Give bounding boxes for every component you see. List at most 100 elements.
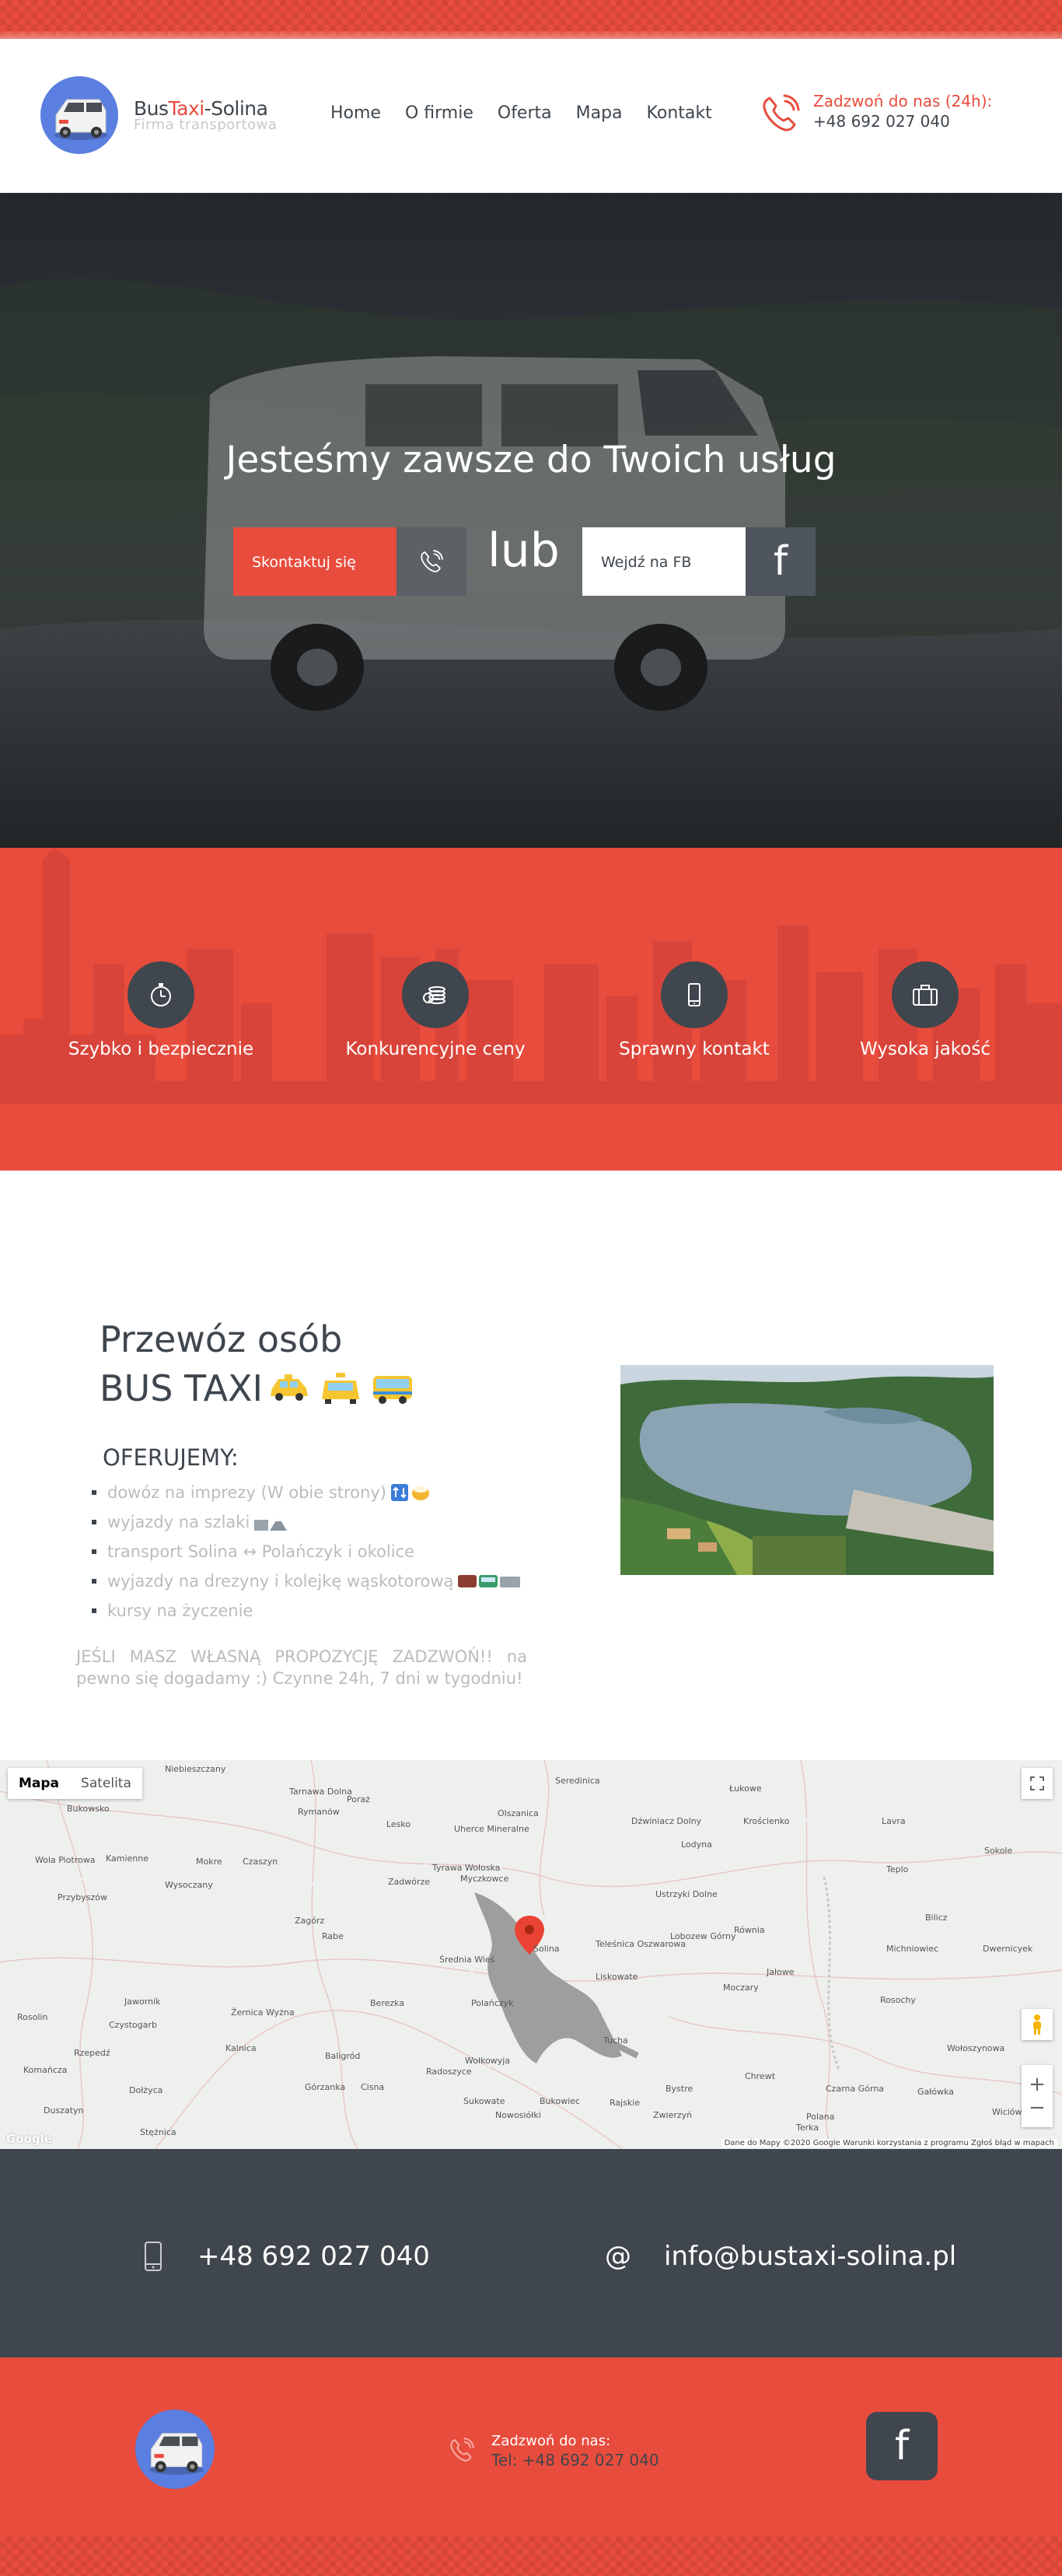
map-place-label: Wysoczany <box>165 1880 213 1890</box>
map-place-label: Lobozew Górny <box>670 1931 736 1941</box>
facebook-button[interactable]: Wejdź na FB <box>582 527 746 596</box>
contact-phone-button[interactable] <box>397 527 466 596</box>
feature-prices: Konkurencyjne ceny <box>319 961 552 1059</box>
contact-section: +48 692 027 040 @ info@bustaxi-solina.pl <box>0 2149 1062 2357</box>
call-label: Zadzwoń do nas (24h): <box>813 92 993 110</box>
footer-call-label: Zadzwoń do nas: <box>491 2433 611 2449</box>
feature-fast-safe: Szybko i bezpiecznie <box>44 961 278 1059</box>
map-place-label: Lesko <box>386 1819 411 1829</box>
hero-section: Jesteśmy zawsze do Twoich usług Skontakt… <box>0 193 1062 848</box>
header-call[interactable]: Zadzwoń do nas (24h): +48 692 027 040 <box>759 92 992 135</box>
mountain-icon <box>254 1517 288 1531</box>
map-place-label: Kalnica <box>225 2043 257 2053</box>
map-type-map[interactable]: Mapa <box>8 1768 70 1799</box>
footer-call[interactable]: Zadzwoń do nas: Tel: +48 692 027 040 <box>448 2433 659 2469</box>
bus-logo-icon <box>40 76 118 154</box>
suitcase-icon <box>892 961 959 1028</box>
call-number[interactable]: +48 692 027 040 <box>813 112 992 131</box>
map-place-label: Nowosiółki <box>495 2110 541 2120</box>
map-place-label: Kamienne <box>106 1853 149 1864</box>
map-attribution[interactable]: Dane do Mapy ©2020 Google Warunki korzys… <box>721 2139 1057 2147</box>
map-place-label: Wiciów <box>992 2107 1022 2117</box>
mobile-phone-icon <box>661 961 728 1028</box>
features-section: Szybko i bezpiecznie Konkurencyjne ceny … <box>0 848 1062 1171</box>
offer-list: dowóz na imprezy (W obie strony) wyjazdy… <box>92 1482 521 1629</box>
facebook-icon[interactable]: f <box>866 2412 938 2480</box>
map-place-label: Chrewt <box>745 2071 776 2081</box>
contact-email[interactable]: @ info@bustaxi-solina.pl <box>605 2241 956 2272</box>
map-place-label: Czaszyn <box>243 1857 278 1867</box>
map-place-label: Średnia Wieś <box>439 1955 495 1965</box>
feature-label: Szybko i bezpiecznie <box>68 1039 254 1059</box>
list-item: transport Solina ↔ Polańczyk i okolice <box>92 1541 520 1563</box>
bus-logo-icon[interactable] <box>135 2410 215 2489</box>
map-place-label: Ustrzyki Dolne <box>655 1889 718 1899</box>
map-place-label: Polana <box>806 2112 835 2122</box>
contact-email-address[interactable]: info@bustaxi-solina.pl <box>664 2241 956 2272</box>
map-place-label: Żernica Wyżna <box>231 2007 295 2018</box>
map-place-label: Gałówka <box>917 2087 955 2097</box>
phone-icon <box>450 2438 474 2462</box>
footer-call-number[interactable]: Tel: +48 692 027 040 <box>491 2451 659 2469</box>
brand-subtitle: Firma transportowa <box>134 117 278 133</box>
about-heading-line1: Przewóz osób <box>100 1318 343 1360</box>
railway-icon <box>458 1575 521 1587</box>
map-place-label: Jaworník <box>124 1997 161 2007</box>
fullscreen-icon[interactable] <box>1022 1768 1053 1799</box>
map-place-label: Zadwórze <box>388 1877 431 1887</box>
list-item: dowóz na imprezy (W obie strony) <box>92 1482 520 1503</box>
at-icon: @ <box>605 2241 631 2272</box>
map-place-label: Dwernicyek <box>983 1944 1033 1954</box>
nav-mapa[interactable]: Mapa <box>576 103 623 123</box>
map-place-label: Bystre <box>665 2084 693 2094</box>
feature-label: Wysoka jakość <box>859 1039 990 1059</box>
map-place-label: Lavra <box>882 1816 906 1826</box>
map-type-satellite[interactable]: Satelita <box>70 1768 142 1799</box>
list-item: kursy na życzenie <box>92 1600 520 1622</box>
feature-label: Sprawny kontakt <box>619 1039 770 1059</box>
bus-icon <box>373 1376 413 1404</box>
contact-phone[interactable]: +48 692 027 040 <box>141 2241 430 2272</box>
map-place-label: Rzepedź <box>74 2048 110 2058</box>
stopwatch-icon <box>128 961 194 1028</box>
map-place-label: Niebieszczany <box>165 1764 226 1774</box>
map-place-label: Seredinica <box>555 1776 600 1786</box>
contact-button[interactable]: Skontaktuj się <box>233 527 397 596</box>
map-place-label: Stężnica <box>140 2127 176 2137</box>
nav-o-firmie[interactable]: O firmie <box>405 103 473 123</box>
contact-phone-number[interactable]: +48 692 027 040 <box>197 2241 430 2272</box>
map-place-label: Olszanica <box>498 1808 539 1818</box>
or-text: lub <box>487 523 560 578</box>
taxi-icon <box>271 1374 309 1401</box>
offer-title: OFERUJEMY: <box>103 1444 239 1471</box>
nav-home[interactable]: Home <box>330 103 381 123</box>
map-place-label: Sokole <box>984 1846 1013 1856</box>
google-map[interactable]: Mapa Satelita + − Niebieszczany Baligród… <box>0 1760 1062 2149</box>
site-header: BusTaxi-Solina Firma transportowa Home O… <box>0 39 1062 193</box>
map-place-label: Bilicz <box>925 1913 948 1923</box>
map-place-label: Rymanów <box>298 1807 340 1817</box>
main-nav: Home O firmie Oferta Mapa Kontakt <box>330 103 736 123</box>
hero-bus-photo <box>0 193 1062 848</box>
nav-oferta[interactable]: Oferta <box>498 103 552 123</box>
map-place-label: Zagórz <box>295 1916 325 1926</box>
map-place-label: Tarnawa Dolna <box>289 1787 352 1797</box>
logo[interactable]: BusTaxi-Solina Firma transportowa <box>40 76 277 154</box>
nav-kontakt[interactable]: Kontakt <box>647 103 712 123</box>
map-place-label: Rosolin <box>17 2012 48 2022</box>
zoom-control: + − <box>1022 2065 1053 2127</box>
map-place-label: Terka <box>796 2123 819 2133</box>
map-place-label: Zwierzyń <box>653 2110 693 2120</box>
map-place-label: Dołżyca <box>129 2085 163 2095</box>
mobile-phone-icon <box>145 2242 162 2271</box>
map-place-label: Rabe <box>322 1931 344 1941</box>
pegman-icon[interactable] <box>1022 2009 1053 2040</box>
zoom-out-icon[interactable]: − <box>1029 2096 1046 2119</box>
map-place-label: Jałowe <box>767 1967 795 1977</box>
bottom-decorative-strip <box>0 2536 1062 2576</box>
map-place-label: Michniowiec <box>886 1944 939 1954</box>
map-place-label: Solina <box>533 1944 560 1954</box>
map-place-label: Mokre <box>196 1857 222 1867</box>
facebook-icon[interactable]: f <box>746 527 816 596</box>
zoom-in-icon[interactable]: + <box>1029 2073 1046 2096</box>
